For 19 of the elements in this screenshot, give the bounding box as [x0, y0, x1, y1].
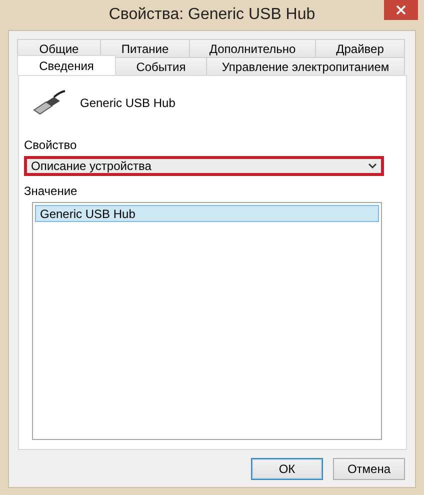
tab[interactable]: Питание — [100, 39, 190, 57]
close-icon — [396, 5, 406, 15]
close-button[interactable] — [384, 0, 418, 20]
value-label: Значение — [24, 184, 78, 198]
device-name: Generic USB Hub — [80, 96, 176, 110]
property-dropdown[interactable]: Описание устройства — [24, 156, 384, 176]
chevron-icon — [368, 163, 377, 169]
property-label: Свойство — [24, 138, 78, 152]
tab[interactable]: События — [115, 57, 207, 75]
usb-plug-icon — [32, 90, 66, 116]
tab[interactable]: Драйвер — [315, 39, 405, 57]
tab[interactable]: Управление электропитанием — [206, 57, 405, 75]
tab[interactable]: Сведения — [17, 55, 116, 75]
dropdown-value: Описание устройства — [31, 159, 152, 173]
dialog-button[interactable]: Отмена — [333, 458, 405, 480]
tab[interactable]: Дополнительно — [189, 39, 316, 57]
list-item[interactable]: Generic USB Hub — [35, 205, 379, 222]
window-title: Свойства: Generic USB Hub — [108, 6, 316, 24]
dialog-button[interactable]: ОК — [251, 458, 323, 480]
